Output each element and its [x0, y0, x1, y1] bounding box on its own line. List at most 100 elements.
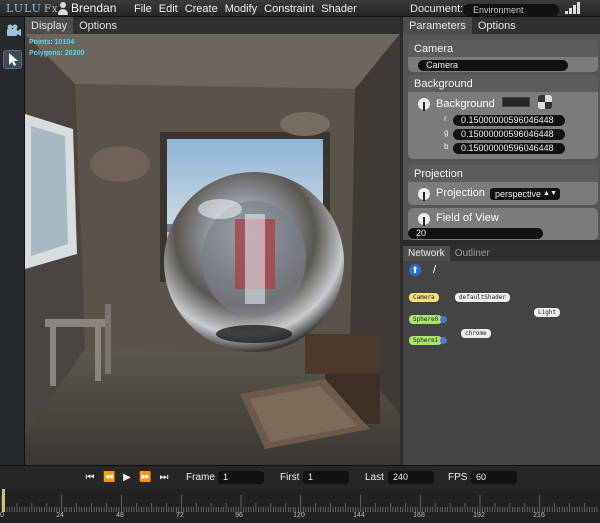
tab-display[interactable]: Display [25, 17, 74, 34]
tool-bar [0, 17, 25, 465]
viewport-tabs: Display Options [25, 17, 400, 34]
channel-r-label: r [444, 114, 447, 123]
network-path: / [433, 264, 437, 276]
tick-label: 72 [176, 512, 184, 519]
tick-label: 144 [353, 512, 365, 519]
node-camera[interactable]: Camera [409, 293, 439, 302]
tick-label: 96 [235, 512, 243, 519]
node-port-icon[interactable] [440, 337, 448, 344]
logo-text: LULU [6, 2, 42, 15]
keyframe-icon[interactable] [418, 98, 430, 111]
camera-field[interactable]: Camera [418, 60, 568, 71]
menu-shader[interactable]: Shader [321, 3, 356, 15]
timeline[interactable]: 0 24 48 72 96 120 144 168 192 216 [0, 489, 600, 523]
channel-b-label: b [444, 142, 449, 151]
frame-label: Frame [186, 472, 215, 483]
document-label: Document: [410, 3, 464, 15]
person-icon [58, 1, 68, 15]
channel-b-field[interactable]: 0.15000000596046448 [453, 143, 565, 154]
up-arrow-icon[interactable]: ⬆ [409, 264, 421, 276]
node-light-label: Light [538, 309, 557, 316]
panel-tabs: Parameters Options [403, 17, 600, 34]
color-picker-icon[interactable] [538, 95, 552, 109]
document-field[interactable]: Environment [463, 4, 559, 16]
channel-g-label: g [444, 128, 449, 137]
fov-section: Field of View 20 [408, 208, 598, 240]
transport-bar: ⏮ ⏪ ▶ ⏩ ⏭ Frame 1 First 1 Last 240 FPS 6… [0, 465, 600, 489]
node-light[interactable]: Light [534, 308, 561, 317]
camera-tool-icon[interactable] [3, 22, 22, 41]
menu-create[interactable]: Create [185, 3, 218, 15]
polygons-count: Polygons: 20200 [29, 50, 85, 57]
tab-outliner[interactable]: Outliner [450, 246, 495, 261]
node-default-shader-label: defaultShader [459, 294, 506, 301]
play-icon[interactable]: ▶ [121, 472, 133, 483]
signal-icon [565, 2, 581, 14]
channel-g-field[interactable]: 0.15000000596046448 [453, 129, 565, 140]
background-section: Background Background r 0.15000000596046… [408, 75, 598, 159]
channel-r-field[interactable]: 0.15000000596046448 [453, 115, 565, 126]
fps-field[interactable]: 60 [471, 471, 517, 484]
background-color-swatch[interactable] [502, 97, 530, 107]
frame-field[interactable]: 1 [218, 471, 264, 484]
node-sphere1-label: Sphere1 [413, 337, 439, 344]
menu-constraint[interactable]: Constraint [264, 3, 314, 15]
main-menu: File Edit Create Modify Constraint Shade… [134, 3, 357, 15]
updown-arrow-icon: ▲▼ [543, 190, 557, 197]
tick-label: 216 [533, 512, 545, 519]
tab-network[interactable]: Network [403, 246, 450, 261]
tab-parameters[interactable]: Parameters [403, 17, 472, 34]
projection-header[interactable]: Projection [408, 165, 598, 182]
step-back-icon[interactable]: ⏪ [103, 472, 115, 483]
menu-modify[interactable]: Modify [225, 3, 257, 15]
tick-label: 192 [473, 512, 485, 519]
node-sphere0-label: Sphere0 [413, 316, 439, 323]
projection-value: perspective [495, 189, 542, 199]
tab-panel-options[interactable]: Options [472, 17, 522, 34]
node-default-shader[interactable]: defaultShader [455, 293, 510, 302]
app-logo: LULU Fx [6, 2, 59, 15]
fov-label: Field of View [436, 212, 499, 224]
skip-to-start-icon[interactable]: ⏮ [84, 472, 96, 483]
menu-bar: LULU Fx Brendan File Edit Create Modify C… [0, 0, 600, 17]
parameters-panel: Camera Camera Background Background r 0.… [403, 34, 600, 240]
node-chrome[interactable]: chrome [461, 329, 491, 338]
last-label: Last [365, 472, 384, 483]
points-count: Points: 10104 [29, 39, 75, 46]
background-header[interactable]: Background [408, 75, 598, 92]
node-port-icon[interactable] [440, 316, 448, 323]
tick-label: 120 [293, 512, 305, 519]
projection-keyframe-icon[interactable] [418, 188, 430, 201]
3d-viewport[interactable]: Points: 10104 Polygons: 20200 [25, 34, 400, 465]
node-camera-label: Camera [413, 294, 435, 301]
playhead[interactable] [2, 489, 5, 512]
menu-file[interactable]: File [134, 3, 152, 15]
network-editor[interactable]: ⬆ / Camera defaultShader Light Sphere0 c… [403, 261, 600, 465]
camera-section: Camera Camera [408, 40, 598, 72]
node-sphere0[interactable]: Sphere0 [409, 315, 448, 324]
select-arrow-icon[interactable] [3, 50, 22, 69]
node-sphere1[interactable]: Sphere1 [409, 336, 448, 345]
fps-label: FPS [448, 472, 468, 483]
logo-fx: Fx [43, 4, 59, 15]
step-forward-icon[interactable]: ⏩ [139, 472, 151, 483]
projection-select[interactable]: perspective ▲▼ [490, 188, 560, 200]
last-field[interactable]: 240 [388, 471, 434, 484]
scene-stats: Points: 10104 Polygons: 20200 [29, 37, 84, 59]
skip-to-end-icon[interactable]: ⏭ [158, 472, 170, 483]
projection-section: Projection Projection perspective ▲▼ [408, 165, 598, 205]
timeline-ticks [1, 495, 598, 512]
tick-label: 24 [56, 512, 64, 519]
menu-edit[interactable]: Edit [159, 3, 178, 15]
first-field[interactable]: 1 [303, 471, 349, 484]
node-chrome-label: chrome [465, 330, 487, 337]
fov-keyframe-icon[interactable] [418, 213, 430, 226]
projection-label: Projection [436, 187, 485, 199]
tab-options[interactable]: Options [73, 17, 123, 34]
user-name: Brendan [71, 1, 117, 15]
tick-label: 48 [116, 512, 124, 519]
first-label: First [280, 472, 300, 483]
camera-header[interactable]: Camera [408, 40, 598, 57]
user-menu[interactable]: Brendan [58, 1, 116, 15]
fov-field[interactable]: 20 [408, 228, 543, 239]
